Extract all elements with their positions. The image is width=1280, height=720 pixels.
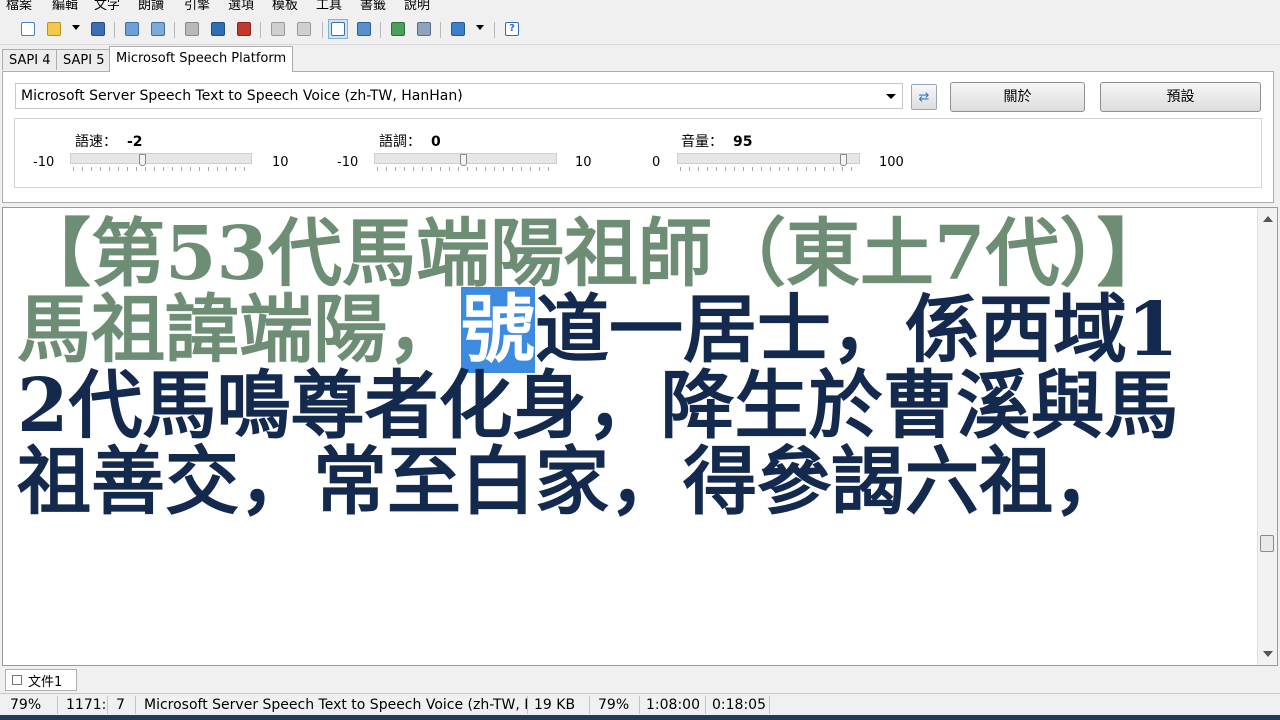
- tab-sapi4[interactable]: SAPI 4: [2, 49, 58, 70]
- new-file-icon[interactable]: [18, 19, 38, 39]
- open-folder-icon[interactable]: [44, 19, 64, 39]
- slider-group: 語速： -2 -10 10 語調： 0 -10 10 音量： 95 0 100: [14, 118, 1262, 188]
- volume-value: 95: [733, 134, 753, 150]
- menu-engine[interactable]: 引擎: [184, 0, 210, 10]
- document-text[interactable]: 【第53代馬端陽祖師（東土7代）】馬祖諱端陽，號道一居士，係西域12代馬鳴尊者化…: [17, 216, 1197, 520]
- tab-document-1[interactable]: 文件1: [5, 669, 77, 691]
- pitch-slider-ticks: [377, 167, 555, 171]
- pitch-slider-thumb[interactable]: [460, 154, 467, 166]
- rate-slider-ticks: [73, 167, 251, 171]
- menu-template[interactable]: 模板: [272, 0, 298, 10]
- unread-text-continued: 代馬鳴尊者化身，降生於曹溪與馬祖善交，常至白家，得參謁六祖，: [17, 363, 1179, 525]
- paste-icon[interactable]: [148, 19, 168, 39]
- engine-tabs: SAPI 4 SAPI 5 Microsoft Speech Platform: [0, 46, 1280, 72]
- rate-min: -10: [33, 155, 55, 170]
- taskbar: [0, 715, 1280, 720]
- copy-icon[interactable]: [122, 19, 142, 39]
- audio-file-icon[interactable]: [448, 19, 468, 39]
- rate-value: -2: [127, 134, 143, 150]
- status-line: 1171:: [62, 696, 108, 714]
- status-column: 7: [112, 696, 136, 714]
- pitch-label: 語調： 0: [379, 134, 441, 150]
- status-file-size: 19 KB: [530, 696, 590, 714]
- pitch-min: -10: [337, 155, 359, 170]
- menu-text[interactable]: 文字: [94, 0, 120, 10]
- document-tab-label: 文件1: [28, 674, 63, 690]
- voice-settings-panel: Microsoft Server Speech Text to Speech V…: [2, 71, 1274, 203]
- volume-slider-thumb[interactable]: [840, 154, 848, 166]
- save-icon[interactable]: [88, 19, 108, 39]
- volume-slider-track[interactable]: [677, 153, 860, 164]
- default-button[interactable]: 預設: [1100, 82, 1261, 112]
- play-icon[interactable]: [182, 19, 202, 39]
- menu-bar: 檔案 編輯 文字 朗讀 引擎 選項 模板 工具 書籤 說明: [0, 0, 1280, 10]
- pitch-max: 10: [575, 155, 592, 170]
- menu-tools[interactable]: 工具: [316, 0, 342, 10]
- toolbar-separator: [114, 22, 115, 38]
- scrollbar-thumb[interactable]: [1260, 535, 1274, 552]
- rate-max: 10: [272, 155, 289, 170]
- status-voice: Microsoft Server Speech Text to Speech V…: [140, 696, 528, 714]
- rate-label: 語速： -2: [75, 134, 143, 150]
- toolbar-separator: [322, 22, 323, 38]
- scroll-up-icon[interactable]: [1263, 216, 1273, 222]
- about-button[interactable]: 關於: [950, 82, 1085, 112]
- tab-sapi5[interactable]: SAPI 5: [56, 49, 112, 70]
- read-sentence-icon[interactable]: [294, 19, 314, 39]
- rate-slider-thumb[interactable]: [138, 154, 146, 166]
- current-word-highlight: 號: [461, 287, 535, 373]
- status-bar: 79% 1171: 7 Microsoft Server Speech Text…: [0, 693, 1280, 716]
- toolbar-separator: [174, 22, 175, 38]
- rate-slider-track[interactable]: [70, 153, 252, 164]
- toolbar: ?: [0, 14, 1280, 45]
- menu-edit[interactable]: 編輯: [52, 0, 78, 10]
- refresh-voices-button[interactable]: ⇄: [911, 84, 937, 110]
- pause-icon[interactable]: [208, 19, 228, 39]
- stop-icon[interactable]: [234, 19, 254, 39]
- menu-read[interactable]: 朗讀: [138, 0, 164, 10]
- chevron-down-icon: [886, 94, 896, 99]
- status-progress: 79%: [594, 696, 640, 714]
- menu-help[interactable]: 說明: [404, 0, 430, 10]
- bookmark-icon[interactable]: [354, 19, 374, 39]
- dropdown-arrow-icon[interactable]: [72, 25, 80, 30]
- text-editor[interactable]: 【第53代馬端陽祖師（東土7代）】馬祖諱端陽，號道一居士，係西域12代馬鳴尊者化…: [2, 207, 1278, 666]
- toolbar-separator: [494, 22, 495, 38]
- menu-bookmarks[interactable]: 書籤: [360, 0, 386, 10]
- toolbar-separator: [440, 22, 441, 38]
- convert-icon[interactable]: [388, 19, 408, 39]
- vertical-scrollbar[interactable]: [1257, 208, 1277, 665]
- pitch-value: 0: [431, 134, 441, 150]
- document-icon: [12, 675, 22, 685]
- help-icon[interactable]: ?: [502, 19, 522, 39]
- menu-options[interactable]: 選項: [228, 0, 254, 10]
- voice-select-value: Microsoft Server Speech Text to Speech V…: [21, 88, 463, 104]
- document-tabs: 文件1: [0, 668, 1280, 692]
- refresh-icon: ⇄: [918, 89, 930, 105]
- scroll-down-icon[interactable]: [1263, 651, 1273, 657]
- text-mode-icon[interactable]: [328, 19, 348, 39]
- volume-slider-ticks: [680, 167, 858, 171]
- status-total-time: 1:08:00: [642, 696, 706, 714]
- volume-min: 0: [652, 155, 661, 170]
- read-word-icon[interactable]: [268, 19, 288, 39]
- toolbar-separator: [260, 22, 261, 38]
- volume-max: 100: [879, 155, 904, 170]
- status-elapsed-time: 0:18:05: [708, 696, 770, 714]
- status-zoom: 79%: [6, 696, 58, 714]
- dropdown-arrow-icon[interactable]: [476, 25, 484, 30]
- menu-file[interactable]: 檔案: [6, 0, 32, 10]
- export-icon[interactable]: [414, 19, 434, 39]
- tab-microsoft-speech-platform[interactable]: Microsoft Speech Platform: [109, 46, 294, 72]
- volume-label: 音量： 95: [681, 134, 753, 150]
- voice-select[interactable]: Microsoft Server Speech Text to Speech V…: [15, 83, 903, 109]
- toolbar-separator: [380, 22, 381, 38]
